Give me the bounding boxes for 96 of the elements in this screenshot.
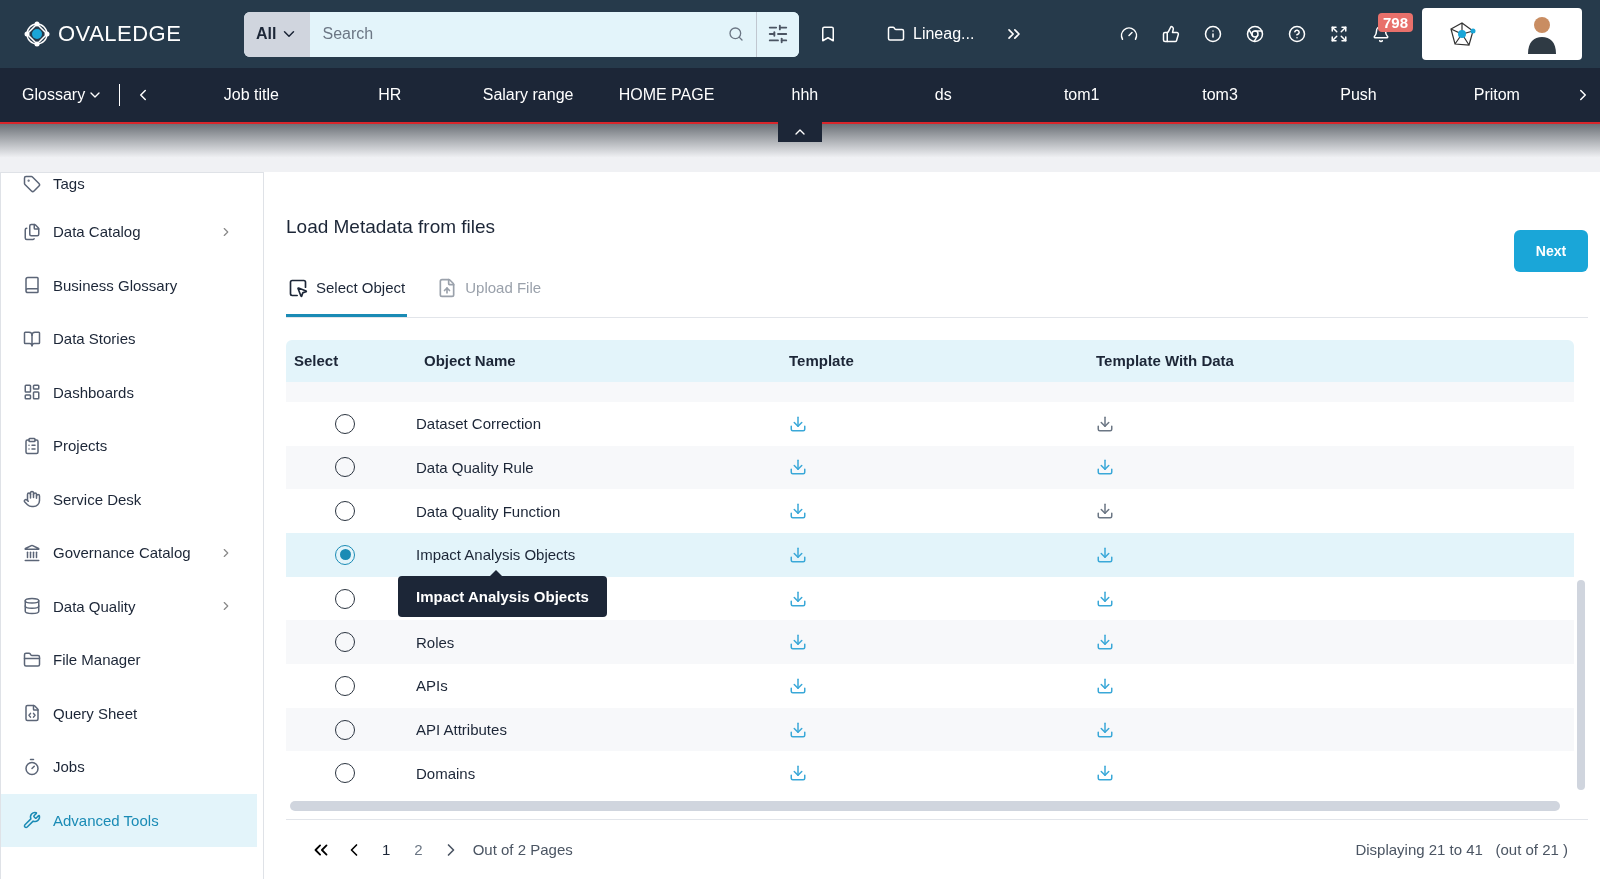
collapse-icon[interactable] (778, 122, 822, 142)
download-icon[interactable] (1096, 633, 1114, 652)
download-icon[interactable] (1096, 720, 1114, 739)
recent-folder-link[interactable]: Lineag... (881, 24, 981, 44)
nav-tab[interactable]: HOME PAGE (597, 86, 736, 104)
search-field[interactable]: Search (310, 11, 756, 57)
page-number[interactable]: 2 (408, 841, 429, 859)
nav-tab[interactable]: ds (874, 86, 1013, 104)
download-icon[interactable] (789, 502, 807, 521)
search-icon[interactable] (728, 26, 744, 42)
object-name: Data Quality Function (416, 502, 561, 520)
filter-button[interactable] (756, 11, 799, 57)
thumbs-up-icon[interactable] (1162, 25, 1180, 43)
sidebar-item[interactable]: Tags (1, 175, 257, 205)
download-icon[interactable] (1096, 676, 1114, 695)
tooltip: Impact Analysis Objects (398, 576, 607, 618)
download-icon[interactable] (789, 633, 807, 652)
object-name: Dataset Correction (416, 415, 542, 433)
sidebar-item[interactable]: Data Catalog (1, 205, 257, 259)
column-header: Object Name (423, 352, 517, 370)
nav-tab[interactable]: tom3 (1150, 86, 1290, 104)
menu-icon (23, 383, 41, 402)
vertical-scrollbar[interactable] (1577, 579, 1585, 790)
display-range: Displaying 21 to 41 (out of 21 ) (1355, 841, 1568, 859)
avatar-icon (1527, 14, 1557, 54)
menu-icon (23, 276, 41, 295)
download-icon[interactable] (789, 414, 807, 433)
menu-icon (23, 543, 41, 562)
download-icon[interactable] (789, 589, 807, 608)
file-upload-icon (437, 277, 458, 298)
object-name: Domains (416, 764, 476, 782)
folder-icon (887, 25, 905, 43)
object-name: Data Quality Rule (416, 458, 534, 476)
download-icon[interactable] (1096, 764, 1114, 783)
column-header: Template With Data (1095, 352, 1235, 370)
sidebar-item[interactable]: Query Sheet (1, 686, 257, 740)
nav-tab[interactable]: tom1 (1012, 86, 1151, 104)
download-icon[interactable] (1096, 458, 1114, 477)
help-icon[interactable] (1288, 25, 1306, 43)
nav-tab[interactable]: Push (1289, 86, 1428, 104)
sidebar-item[interactable]: Service Desk (1, 472, 257, 526)
bookmark-icon[interactable] (819, 25, 837, 43)
logo-text: OVALEDGE (58, 21, 182, 47)
profile-card[interactable] (1422, 8, 1582, 60)
nav-tab[interactable]: hhh (735, 86, 875, 104)
sidebar-item[interactable]: Data Quality (1, 579, 257, 633)
notification-badge: 798 (1378, 13, 1414, 32)
object-name: API Attributes (416, 721, 507, 739)
object-name: APIs (416, 677, 448, 695)
download-icon[interactable] (1096, 502, 1114, 521)
column-header: Template (788, 352, 855, 370)
expand-icon[interactable] (1330, 25, 1348, 43)
info-icon[interactable] (1204, 25, 1222, 43)
glossary-dropdown[interactable]: Glossary (22, 84, 121, 106)
menu-icon (23, 757, 41, 776)
nav-tab[interactable]: Salary range (458, 86, 598, 104)
column-header: Select (293, 352, 340, 370)
menu-icon (23, 811, 41, 830)
sidebar-item[interactable]: Projects (1, 419, 257, 473)
menu-icon (23, 329, 41, 348)
object-name: Roles (416, 633, 455, 651)
browser-icon[interactable] (1246, 25, 1264, 43)
download-icon[interactable] (789, 458, 807, 477)
menu-icon (23, 222, 41, 241)
search-scope-dropdown[interactable]: All (244, 11, 311, 57)
download-icon[interactable] (1096, 589, 1114, 608)
page-count: Out of 2 Pages (472, 841, 573, 859)
sidebar-item[interactable]: Governance Catalog (1, 526, 257, 580)
nav-tab[interactable]: HR (320, 86, 459, 104)
sliders-icon (767, 23, 789, 45)
sidebar-item[interactable]: Advanced Tools (1, 793, 257, 847)
horizontal-scrollbar[interactable] (290, 801, 1560, 812)
gauge-icon[interactable] (1120, 25, 1138, 43)
nav-tab[interactable]: Pritom (1427, 86, 1567, 104)
sidebar-item[interactable]: Business Glossary (1, 258, 257, 312)
sidebar-item[interactable]: Data Stories (1, 312, 257, 366)
sidebar-item[interactable]: Jobs (1, 740, 257, 794)
sidebar-item[interactable]: Dashboards (1, 365, 257, 419)
download-icon[interactable] (1096, 414, 1114, 433)
sidebar-item[interactable]: File Manager (1, 633, 257, 687)
menu-icon (23, 436, 41, 455)
download-icon[interactable] (789, 676, 807, 695)
object-name: Impact Analysis Objects (416, 546, 576, 564)
pointer-icon (288, 277, 308, 298)
menu-icon (23, 704, 41, 723)
download-icon[interactable] (789, 720, 807, 739)
logo-icon (22, 19, 52, 49)
download-icon[interactable] (789, 764, 807, 783)
menu-icon (23, 597, 41, 616)
page-number[interactable]: 1 (376, 841, 397, 859)
menu-icon (23, 175, 41, 193)
page-title: Load Metadata from files (286, 216, 497, 238)
menu-icon (23, 650, 41, 669)
nav-tab[interactable]: Job title (182, 86, 321, 104)
menu-icon (23, 490, 41, 509)
tab[interactable]: Select Object (286, 262, 408, 317)
